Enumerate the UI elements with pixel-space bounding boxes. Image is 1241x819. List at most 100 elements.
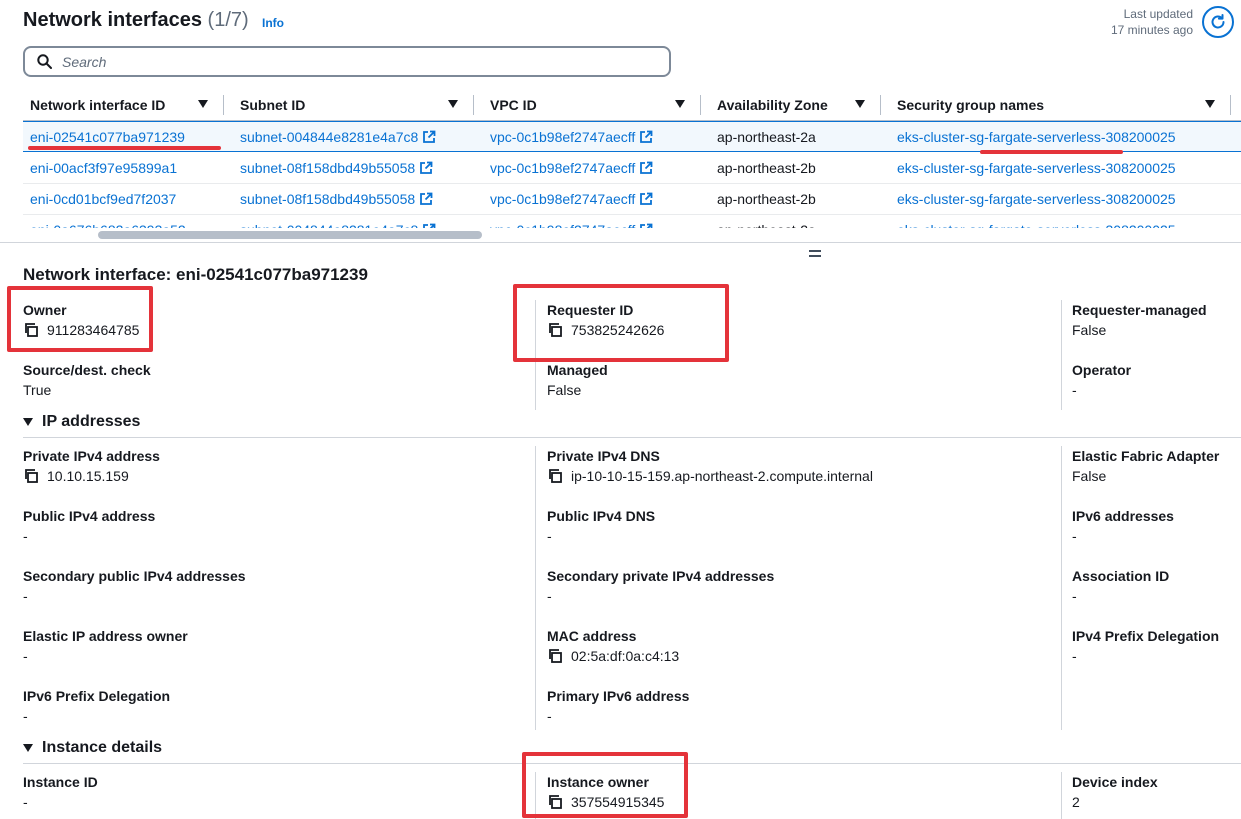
subnet-id-text: subnet-08f158dbd49b55058 <box>240 160 416 176</box>
column-divider <box>1061 446 1062 730</box>
refresh-button[interactable] <box>1202 6 1234 38</box>
annotation-box <box>7 286 153 352</box>
last-updated: Last updated 17 minutes ago <box>1111 6 1193 38</box>
col-header-label: Availability Zone <box>717 97 828 113</box>
field-value: 2 <box>1072 794 1080 810</box>
copy-icon[interactable] <box>547 648 563 664</box>
table-row[interactable]: eni-0cd01bcf9ed7f2037 subnet-08f158dbd49… <box>23 184 1241 215</box>
copy-icon[interactable] <box>547 468 563 484</box>
subnet-id-text: subnet-08f158dbd49b55058 <box>240 191 416 207</box>
last-updated-label: Last updated <box>1123 7 1193 21</box>
field-label: Source/dest. check <box>23 362 151 378</box>
search-field[interactable] <box>23 46 671 77</box>
network-interface-id-link[interactable]: eni-0a676b682a6393a52 <box>30 222 186 228</box>
section-title: IP addresses <box>42 413 141 430</box>
split-panel-divider <box>0 242 1241 243</box>
col-header-label: Network interface ID <box>30 97 166 113</box>
info-link[interactable]: Info <box>262 16 284 30</box>
secondary-public-ipv4-field: Secondary public IPv4 addresses - <box>23 566 246 606</box>
field-value: - <box>23 588 28 604</box>
field-label: Secondary public IPv4 addresses <box>23 568 246 584</box>
availability-zone: ap-northeast-2a <box>717 129 816 145</box>
private-ipv4-field: Private IPv4 address 10.10.15.159 <box>23 446 160 486</box>
col-header-label: VPC ID <box>490 97 537 113</box>
field-value: 02:5a:df:0a:c4:13 <box>571 648 680 664</box>
field-value: - <box>1072 528 1077 544</box>
security-group-link[interactable]: eks-cluster-sg-fargate-serverless-308200… <box>897 160 1176 176</box>
field-value: - <box>23 528 28 544</box>
field-value: - <box>547 708 552 724</box>
resize-handle-icon[interactable] <box>809 250 821 260</box>
requester-managed-field: Requester-managed False <box>1072 300 1207 340</box>
primary-ipv6-field: Primary IPv6 address - <box>547 686 689 726</box>
copy-icon[interactable] <box>23 468 39 484</box>
expand-caret-icon <box>23 418 33 426</box>
vpc-id-text: vpc-0c1b98ef2747aecff <box>490 129 636 145</box>
column-resizer[interactable] <box>700 95 701 115</box>
field-value: - <box>23 794 28 810</box>
field-label: Requester-managed <box>1072 302 1207 318</box>
col-header-security-group-names[interactable]: Security group names <box>897 94 1044 116</box>
external-link-icon <box>640 130 653 143</box>
vpc-id-link[interactable]: vpc-0c1b98ef2747aecff <box>490 222 653 228</box>
field-value: False <box>1072 322 1107 338</box>
security-group-link[interactable]: eks-cluster-sg-fargate-serverless-308200… <box>897 129 1176 145</box>
instance-details-section-toggle[interactable]: Instance details <box>23 739 162 757</box>
col-header-network-interface-id[interactable]: Network interface ID <box>30 94 165 116</box>
annotation-box <box>522 752 688 818</box>
field-label: Private IPv4 address <box>23 448 160 464</box>
table-row-clipped[interactable]: eni-0a676b682a6393a52 subnet-004844e8281… <box>23 215 1241 228</box>
efa-field: Elastic Fabric Adapter False <box>1072 446 1219 486</box>
field-label: Primary IPv6 address <box>547 688 690 704</box>
col-header-subnet-id[interactable]: Subnet ID <box>240 94 305 116</box>
security-group-link[interactable]: eks-cluster-sg-fargate-serverless-308200… <box>897 222 1176 228</box>
column-resizer[interactable] <box>880 95 881 115</box>
ipv6-addresses-field: IPv6 addresses - <box>1072 506 1174 546</box>
network-interface-id-link[interactable]: eni-02541c077ba971239 <box>30 129 185 145</box>
vpc-id-link[interactable]: vpc-0c1b98ef2747aecff <box>490 191 653 207</box>
horizontal-scrollbar[interactable] <box>98 231 482 239</box>
external-link-icon <box>640 161 653 174</box>
field-value: - <box>1072 382 1077 398</box>
field-value: - <box>23 648 28 664</box>
vpc-id-link[interactable]: vpc-0c1b98ef2747aecff <box>490 129 653 145</box>
column-resizer[interactable] <box>473 95 474 115</box>
security-group-link[interactable]: eks-cluster-sg-fargate-serverless-308200… <box>897 191 1176 207</box>
refresh-icon <box>1211 14 1225 29</box>
field-value: False <box>547 382 582 398</box>
ip-addresses-section-toggle[interactable]: IP addresses <box>23 413 140 431</box>
column-resizer[interactable] <box>1230 95 1231 115</box>
network-interface-id-link[interactable]: eni-0cd01bcf9ed7f2037 <box>30 191 176 207</box>
subnet-id-text: subnet-004844e8281e4a7c8 <box>240 129 419 145</box>
last-updated-value: 17 minutes ago <box>1110 23 1193 37</box>
field-label: IPv6 Prefix Delegation <box>23 688 171 704</box>
annotation-underline <box>980 150 1123 154</box>
subnet-id-link[interactable]: subnet-004844e8281e4a7c8 <box>240 129 436 145</box>
subnet-id-link[interactable]: subnet-08f158dbd49b55058 <box>240 191 433 207</box>
table-row[interactable]: eni-00acf3f97e95899a1 subnet-08f158dbd49… <box>23 153 1241 184</box>
instance-id-field: Instance ID - <box>23 772 98 812</box>
column-resizer[interactable] <box>223 95 224 115</box>
field-value: - <box>547 588 552 604</box>
col-header-vpc-id[interactable]: VPC ID <box>490 94 537 116</box>
search-input[interactable] <box>62 53 622 70</box>
external-link-icon <box>423 223 436 228</box>
section-title: Instance details <box>42 739 163 756</box>
network-interface-id-link[interactable]: eni-00acf3f97e95899a1 <box>30 160 177 176</box>
availability-zone: ap-northeast-2a <box>717 222 816 228</box>
managed-field: Managed False <box>547 360 608 400</box>
col-header-availability-zone[interactable]: Availability Zone <box>717 94 828 116</box>
field-label: Elastic Fabric Adapter <box>1072 448 1220 464</box>
subnet-id-link[interactable]: subnet-004844e8281e4a7c8 <box>240 222 436 228</box>
field-label: Public IPv4 DNS <box>547 508 656 524</box>
field-value: - <box>23 708 28 724</box>
field-value: - <box>547 528 552 544</box>
field-label: Elastic IP address owner <box>23 628 188 644</box>
subnet-id-text: subnet-004844e8281e4a7c8 <box>240 222 418 228</box>
detail-panel-title: Network interface: eni-02541c077ba971239 <box>23 265 368 284</box>
vpc-id-link[interactable]: vpc-0c1b98ef2747aecff <box>490 160 653 176</box>
field-value: ip-10-10-15-159.ap-northeast-2.compute.i… <box>571 468 873 484</box>
column-divider <box>1061 300 1062 410</box>
col-header-label: Security group names <box>897 97 1045 113</box>
subnet-id-link[interactable]: subnet-08f158dbd49b55058 <box>240 160 433 176</box>
